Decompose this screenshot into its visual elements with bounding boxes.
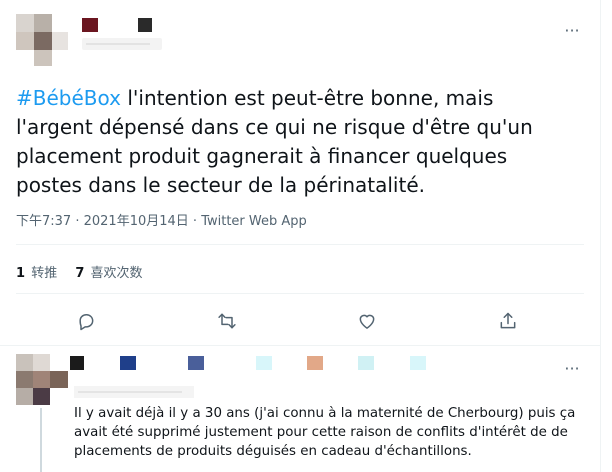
avatar-pixel [16,354,33,371]
like-icon [359,314,375,329]
tweet-time[interactable]: 下午7:37 [16,214,71,229]
avatar-pixel [33,354,50,371]
reply-icon [79,314,94,331]
tweet-actions [0,306,600,336]
avatar-pixel [33,371,50,388]
avatar-pixel [16,388,33,405]
avatar-pixel [16,32,34,50]
likes-count: 7 [75,266,85,281]
avatar-pixel [34,50,52,66]
avatar-pixel [34,14,52,32]
name-pixel [138,18,152,32]
divider [16,293,584,294]
like-button[interactable] [352,306,382,336]
name-pixel [307,356,323,370]
name-pixel [70,356,84,370]
meta-separator: · [71,214,84,229]
retweets-stat[interactable]: 1 转推 [16,262,57,281]
avatar-pixel [52,32,68,50]
display-name[interactable] [82,18,172,34]
name-pixel [82,18,98,32]
name-pixel [120,356,136,370]
retweets-label: 转推 [31,266,58,281]
avatar-pixel [33,388,50,405]
name-pixel [410,356,426,370]
main-tweet: ··· #BébéBox l'intention est peut-être b… [0,0,600,344]
name-pixel [256,356,272,370]
reply-user-handle[interactable] [74,386,194,398]
tweet-text: #BébéBox l'intention est peut-être bonne… [16,84,576,200]
tweet-stats: 1 转推 7 喜欢次数 [16,262,157,281]
avatar-pixel [16,371,33,388]
tweet-date[interactable]: 2021年10月14日 [84,214,189,229]
tweet-meta: 下午7:37 · 2021年10月14日 · Twitter Web App [16,210,307,229]
avatar-pixel [34,32,52,50]
tweet-source[interactable]: Twitter Web App [201,214,307,229]
reply-display-name[interactable] [70,354,450,374]
meta-separator: · [188,214,202,229]
avatar-pixel [16,14,34,32]
reply-text: Il y avait déjà il y a 30 ans (j'ai conn… [74,406,576,459]
tweet-detail-frame: ··· #BébéBox l'intention est peut-être b… [0,0,601,472]
reply-avatar[interactable] [16,354,68,410]
retweet-icon [218,313,236,329]
reply-button[interactable] [71,306,101,336]
retweets-count: 1 [16,266,26,281]
share-button[interactable] [493,306,523,336]
likes-label: 喜欢次数 [90,266,143,281]
name-pixel [188,356,204,370]
likes-stat[interactable]: 7 喜欢次数 [75,262,142,281]
name-pixel [358,356,374,370]
divider [16,244,584,245]
share-icon [500,312,516,329]
avatar[interactable] [16,14,68,66]
more-options-icon[interactable]: ··· [560,22,584,40]
user-handle[interactable] [82,38,162,50]
reply-more-options-icon[interactable]: ··· [560,360,584,378]
reply-tweet[interactable]: ··· Il y avait déjà il y a 30 ans (j'ai … [0,346,600,472]
avatar-pixel [50,371,68,388]
retweet-button[interactable] [212,306,242,336]
thread-line [40,408,42,472]
hashtag-link[interactable]: #BébéBox [16,86,121,110]
